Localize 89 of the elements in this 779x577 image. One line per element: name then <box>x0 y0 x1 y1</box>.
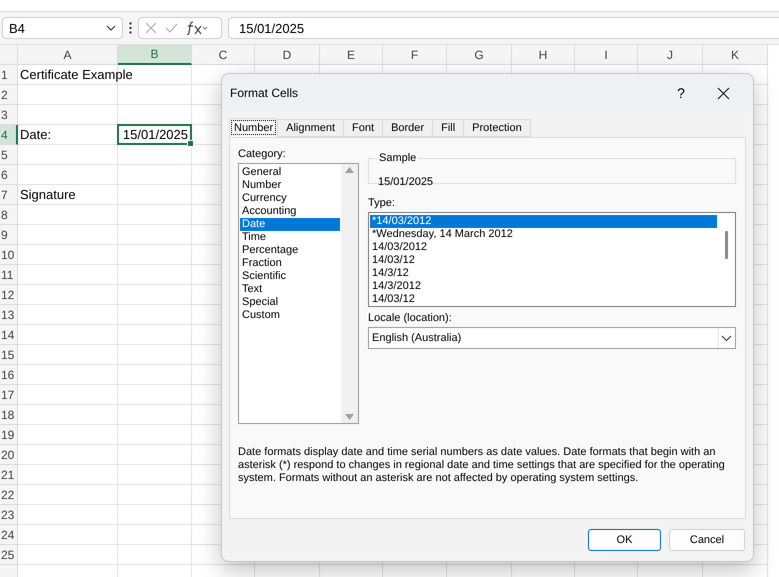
list-item[interactable]: Time <box>240 231 340 244</box>
row-header[interactable]: 18 <box>0 405 18 425</box>
row-header[interactable]: 15 <box>0 345 18 365</box>
column-header[interactable]: C <box>192 45 255 65</box>
row-header[interactable]: 20 <box>0 445 18 465</box>
column-header[interactable]: E <box>320 45 383 65</box>
select-all-button[interactable] <box>0 45 18 65</box>
column-header[interactable]: F <box>383 45 447 65</box>
column-header[interactable]: I <box>575 45 638 65</box>
function-icon[interactable] <box>186 21 208 35</box>
list-item[interactable]: Fraction <box>240 257 340 270</box>
column-header[interactable]: D <box>255 45 320 65</box>
row-header[interactable]: 5 <box>0 145 18 165</box>
cancel-button[interactable]: Cancel <box>669 529 745 551</box>
row-header[interactable]: 19 <box>0 425 18 445</box>
list-item[interactable]: Currency <box>240 192 340 205</box>
row-header[interactable]: 7 <box>0 185 18 205</box>
help-button[interactable]: ? <box>661 78 701 108</box>
type-list[interactable]: *14/03/2012 *Wednesday, 14 March 2012 14/03/2012 14/03/12 14/3/12 14/3/2012 14/03/12 <box>368 212 736 307</box>
tab[interactable]: Number <box>229 118 278 137</box>
list-item[interactable]: Scientific <box>240 270 340 283</box>
list-item[interactable]: Text <box>240 283 340 296</box>
table-cell[interactable]: Certificate Example <box>20 67 133 82</box>
row-header[interactable]: 4 <box>0 125 18 145</box>
column-header[interactable]: J <box>638 45 703 65</box>
checkmark-icon[interactable] <box>165 23 178 33</box>
list-item[interactable]: *14/03/2012 <box>370 215 717 228</box>
locale-label: Locale (location): <box>368 312 453 324</box>
description-text: Date formats display date and time serial numbers as date values. Date formats that begin with an asterisk (*) respond to changes in regional date and time settings that are specified for the operating system. Formats without an asterisk are not affected by operating system settings. <box>238 446 726 485</box>
list-item[interactable]: *Wednesday, 14 March 2012 <box>370 228 717 241</box>
row-header[interactable]: 24 <box>0 525 18 545</box>
list-item[interactable]: 14/03/12 <box>370 254 717 267</box>
scrollbar-thumb[interactable] <box>725 231 728 259</box>
row-header[interactable]: 3 <box>0 105 18 125</box>
scroll-up-icon[interactable] <box>345 167 354 173</box>
tab[interactable]: Border <box>382 119 434 137</box>
row-header[interactable]: 12 <box>0 285 18 305</box>
scroll-down-icon[interactable] <box>345 414 354 420</box>
category-label: Category: <box>238 148 287 160</box>
type-label: Type: <box>368 197 396 209</box>
list-item[interactable]: 14/3/12 <box>370 267 717 280</box>
list-item[interactable]: 14/03/2012 <box>370 241 717 254</box>
row-header[interactable]: 22 <box>0 485 18 505</box>
tab[interactable]: Fill <box>432 119 464 137</box>
column-header[interactable]: H <box>512 45 575 65</box>
row-header[interactable]: 17 <box>0 385 18 405</box>
row-header[interactable]: 16 <box>0 365 18 385</box>
window-title: Format Cells <box>230 86 300 100</box>
row-header[interactable]: 10 <box>0 245 18 265</box>
category-list[interactable]: General Number Currency Accounting Date Time Percentage Fraction Scientific Text Special Custom <box>238 163 359 424</box>
row-header[interactable]: 9 <box>0 225 18 245</box>
row-header[interactable]: 1 <box>0 65 18 85</box>
list-item[interactable]: Custom <box>240 309 340 322</box>
table-cell[interactable]: Date: <box>20 127 52 142</box>
tab[interactable]: Font <box>343 119 384 137</box>
list-item[interactable]: Accounting <box>240 205 340 218</box>
row-header[interactable]: 25 <box>0 545 18 565</box>
locale-dropdown[interactable]: English (Australia) <box>368 327 736 349</box>
column-header[interactable]: K <box>703 45 768 65</box>
row-header[interactable]: 6 <box>0 165 18 185</box>
row-header[interactable]: 21 <box>0 465 18 485</box>
list-item[interactable]: Percentage <box>240 244 340 257</box>
active-cell[interactable]: 15/01/2025 <box>117 124 192 145</box>
list-item[interactable]: 14/03/12 <box>370 293 717 306</box>
row-header[interactable]: 8 <box>0 205 18 225</box>
tab[interactable]: Protection <box>463 119 531 137</box>
ok-button[interactable]: OK <box>588 529 661 551</box>
column-header[interactable]: B <box>118 45 192 65</box>
list-item[interactable]: General <box>240 166 340 179</box>
list-item[interactable]: Number <box>240 179 340 192</box>
list-item[interactable]: 14/3/2012 <box>370 280 717 293</box>
close-icon <box>716 86 730 100</box>
column-header[interactable]: G <box>447 45 512 65</box>
sample-group: Sample 15/01/2025 <box>368 152 736 184</box>
table-cell[interactable]: Signature <box>20 187 76 202</box>
row-header[interactable]: 11 <box>0 265 18 285</box>
list-item[interactable]: Special <box>240 296 340 309</box>
chevron-down-icon <box>106 25 116 31</box>
list-item[interactable]: Date <box>240 218 340 231</box>
tab[interactable]: Alignment <box>277 119 344 137</box>
more-options-icon[interactable] <box>129 22 132 34</box>
row-header[interactable]: 14 <box>0 325 18 345</box>
row-header[interactable]: 13 <box>0 305 18 325</box>
close-icon[interactable] <box>145 22 157 34</box>
formula-field[interactable]: 15/01/2025 <box>228 17 779 39</box>
name-box[interactable]: B4 <box>2 17 123 39</box>
row-header[interactable]: 23 <box>0 505 18 525</box>
column-header[interactable]: A <box>18 45 118 65</box>
row-header[interactable]: 2 <box>0 85 18 105</box>
